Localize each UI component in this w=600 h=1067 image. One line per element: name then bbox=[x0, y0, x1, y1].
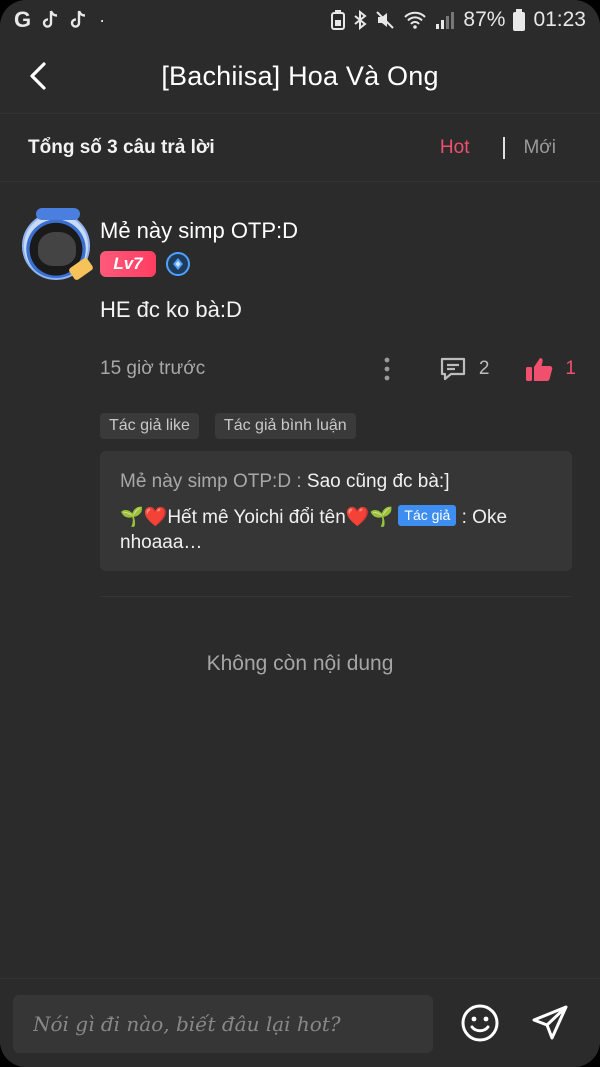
more-options-button[interactable] bbox=[375, 354, 399, 384]
like-button[interactable]: 1 bbox=[525, 356, 576, 382]
author-chip: Tác giả bbox=[398, 504, 457, 526]
clock: 01:23 bbox=[533, 8, 586, 31]
more-vertical-icon bbox=[384, 357, 390, 381]
divider bbox=[100, 596, 572, 597]
comment-meta: 15 giờ trước 2 1 bbox=[100, 354, 576, 384]
signal-icon bbox=[435, 10, 455, 30]
send-icon bbox=[532, 1005, 568, 1040]
thumbs-up-icon bbox=[526, 358, 553, 381]
comment-username[interactable]: Mẻ này simp OTP:D bbox=[100, 218, 298, 244]
comment-composer bbox=[0, 978, 600, 1067]
tiktok-icon bbox=[41, 10, 59, 30]
reply-username: 🌱❤️Hết mê Yoichi đổi tên❤️🌱 bbox=[120, 506, 394, 528]
like-count: 1 bbox=[565, 358, 576, 379]
reply-username: Mẻ này simp OTP:D : bbox=[120, 471, 302, 492]
comment-text: HE đc ko bà:D bbox=[100, 297, 242, 322]
author-interaction-tags: Tác giả like Tác giả bình luận bbox=[100, 413, 356, 439]
google-icon: G bbox=[14, 7, 32, 32]
verified-badge-icon bbox=[166, 252, 190, 276]
comments-summary-row: Tổng số 3 câu trả lời Hot Mới bbox=[0, 114, 600, 182]
sort-toggle: Hot Mới bbox=[440, 136, 572, 159]
tag-author-commented: Tác giả bình luận bbox=[214, 413, 356, 439]
back-button[interactable] bbox=[20, 58, 56, 94]
notification-dot: · bbox=[99, 9, 106, 30]
chevron-left-icon bbox=[30, 62, 46, 90]
sort-divider bbox=[503, 136, 506, 159]
comment-timestamp: 15 giờ trước bbox=[100, 358, 206, 379]
tiktok-icon bbox=[69, 10, 87, 30]
status-right: 87% 01:23 bbox=[331, 8, 586, 32]
sort-hot-tab[interactable]: Hot bbox=[440, 137, 470, 159]
lock-battery-icon bbox=[331, 10, 346, 30]
smiley-icon bbox=[461, 1004, 499, 1042]
top-app-bar: [Bachiisa] Hoa Và Ong bbox=[0, 40, 600, 114]
sort-new-tab[interactable]: Mới bbox=[523, 137, 556, 159]
send-button[interactable] bbox=[528, 1001, 572, 1045]
reply-count: 2 bbox=[478, 358, 490, 379]
end-of-content-text: Không còn nội dung bbox=[206, 652, 394, 675]
reply-button[interactable]: 2 bbox=[439, 356, 490, 382]
avatar[interactable] bbox=[22, 208, 95, 282]
replies-preview[interactable]: Mẻ này simp OTP:D : Sao cũng đc bà:] 🌱❤️… bbox=[100, 451, 572, 571]
battery-icon bbox=[513, 9, 526, 31]
bluetooth-icon bbox=[353, 10, 368, 30]
reply-text: Sao cũng đc bà:] bbox=[306, 471, 450, 492]
status-bar: G · 87% 01:23 bbox=[0, 0, 600, 40]
avatar-image bbox=[38, 232, 76, 266]
total-replies-count: Tổng số 3 câu trả lời bbox=[28, 136, 215, 158]
page-title: [Bachiisa] Hoa Và Ong bbox=[161, 61, 439, 91]
emoji-button[interactable] bbox=[458, 1001, 502, 1045]
wifi-icon bbox=[403, 10, 427, 30]
level-badge: Lv7 bbox=[100, 251, 156, 277]
reply-item: 🌱❤️Hết mê Yoichi đổi tên❤️🌱 Tác giả : Ok… bbox=[120, 504, 552, 556]
comment-icon bbox=[440, 357, 465, 381]
status-left: G · bbox=[14, 7, 105, 33]
tag-author-liked: Tác giả like bbox=[100, 413, 199, 439]
reply-item: Mẻ này simp OTP:D : Sao cũng đc bà:] bbox=[120, 469, 552, 495]
battery-percent: 87% bbox=[463, 8, 506, 31]
user-badges: Lv7 bbox=[100, 251, 190, 277]
comment-input[interactable] bbox=[13, 995, 433, 1053]
app-screen: G · 87% 01:23 [Bachiisa] Hoa Và Ong Tổng… bbox=[0, 0, 600, 1067]
writer-frame-badge bbox=[36, 208, 80, 220]
mute-icon bbox=[375, 10, 395, 30]
